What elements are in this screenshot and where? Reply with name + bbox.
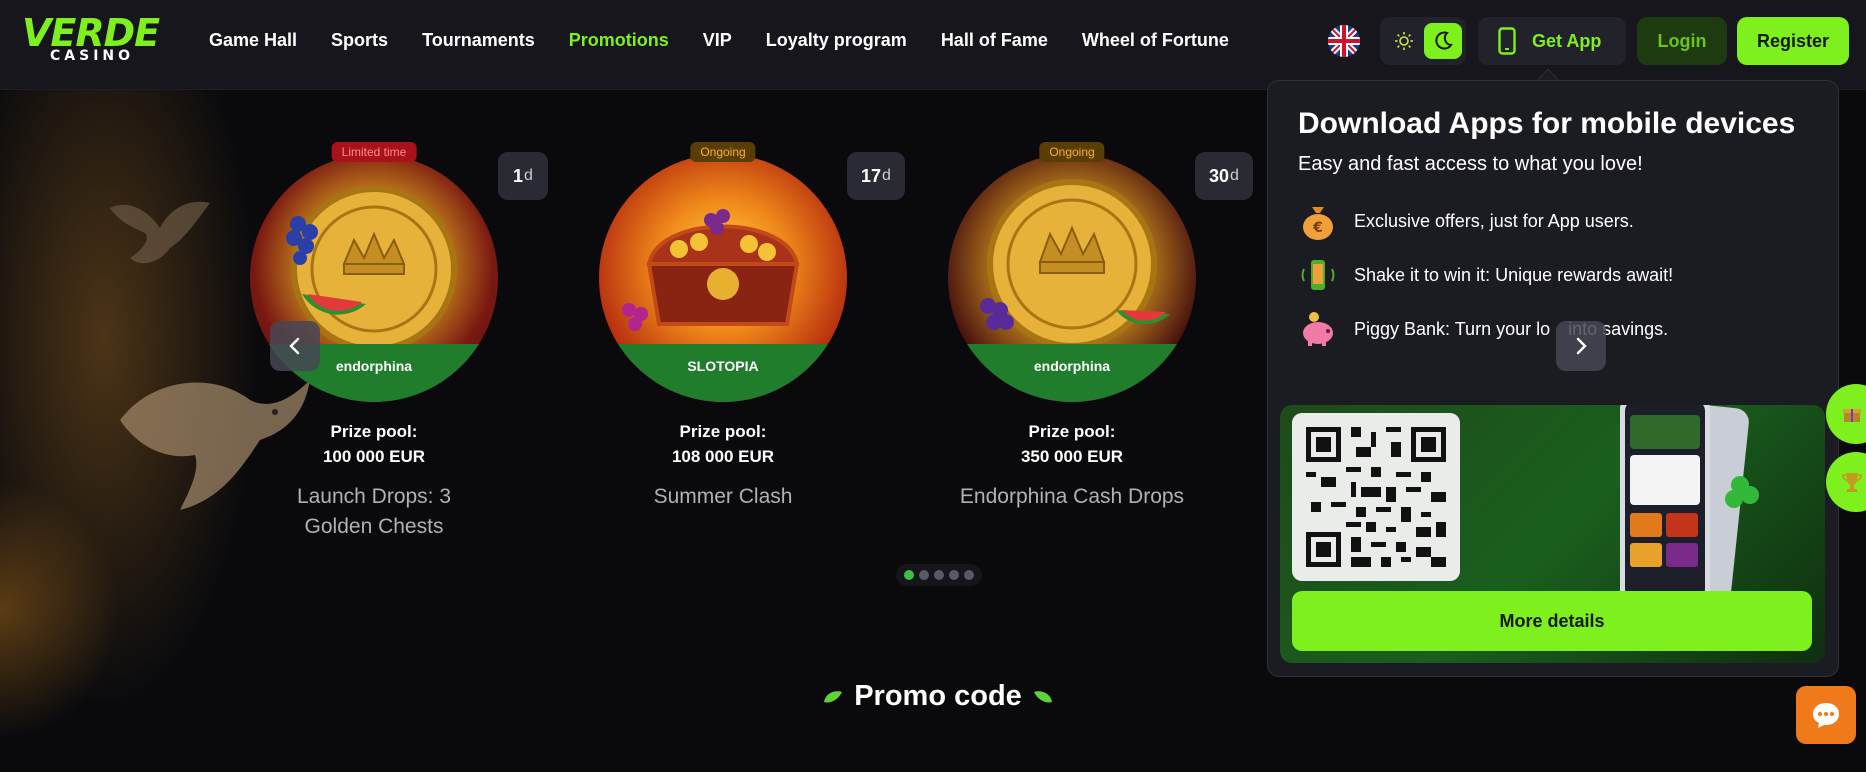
prize-pool-label: Prize pool: bbox=[330, 422, 418, 441]
prize-pool-value: 108 000 EUR bbox=[671, 447, 775, 466]
phone-icon bbox=[1498, 27, 1516, 55]
carousel-dot[interactable] bbox=[949, 570, 959, 580]
status-badge: Limited time bbox=[331, 142, 417, 162]
main-nav: Game Hall Sports Tournaments Promotions … bbox=[192, 0, 1246, 80]
carousel-next-button[interactable] bbox=[1556, 321, 1606, 371]
nav-loyalty-program[interactable]: Loyalty program bbox=[766, 30, 907, 51]
status-badge: Ongoing bbox=[690, 142, 756, 162]
tournament-card[interactable]: Ongoing SLOTOPIA 17 d Prize pool: 108 000… bbox=[559, 142, 905, 542]
chevron-right-icon bbox=[1576, 337, 1587, 355]
chat-support-button[interactable] bbox=[1796, 686, 1856, 744]
days-unit: d bbox=[524, 167, 533, 184]
login-button[interactable]: Login bbox=[1637, 17, 1727, 65]
money-bag-icon: € bbox=[1298, 201, 1338, 241]
tournament-image: endorphina bbox=[948, 154, 1196, 402]
leaf-icon bbox=[1033, 691, 1052, 703]
tournament-title[interactable]: Summer Clash bbox=[573, 482, 873, 512]
app-promo-panel: More details bbox=[1280, 405, 1825, 663]
tournament-title[interactable]: Endorphina Cash Drops bbox=[922, 482, 1222, 512]
provider-brand: endorphina bbox=[1033, 358, 1111, 374]
theme-toggle bbox=[1380, 17, 1466, 65]
top-header: VERDE CASINO Game Hall Sports Tournament… bbox=[0, 0, 1866, 90]
more-details-button[interactable]: More details bbox=[1292, 591, 1812, 651]
nav-game-hall[interactable]: Game Hall bbox=[209, 30, 297, 51]
feature-text: Exclusive offers, just for App users. bbox=[1354, 210, 1634, 231]
prize-pool-label: Prize pool: bbox=[679, 422, 767, 441]
piggy-bank-icon bbox=[1298, 309, 1338, 349]
prize-pool-value: 100 000 EUR bbox=[322, 447, 426, 466]
nav-vip[interactable]: VIP bbox=[703, 30, 732, 51]
nav-tournaments[interactable]: Tournaments bbox=[422, 30, 535, 51]
nav-hall-of-fame[interactable]: Hall of Fame bbox=[941, 30, 1048, 51]
nav-promotions[interactable]: Promotions bbox=[569, 30, 669, 51]
tournament-card[interactable]: Limited time endorphina 1d Prize pool: 1… bbox=[210, 142, 548, 542]
feature-text: Piggy Bank: Turn your lo into savings. bbox=[1354, 318, 1669, 339]
uk-flag-icon[interactable] bbox=[1328, 25, 1360, 57]
tournament-image: SLOTOPIA bbox=[599, 154, 847, 402]
carousel-dot[interactable] bbox=[904, 570, 914, 580]
days-unit: d bbox=[882, 167, 891, 184]
register-button[interactable]: Register bbox=[1737, 17, 1849, 65]
dove-illustration bbox=[110, 201, 210, 264]
nav-sports[interactable]: Sports bbox=[331, 30, 388, 51]
feature-item: Shake it to win it: Unique rewards await… bbox=[1298, 255, 1673, 295]
provider-brand: SLOTOPIA bbox=[687, 358, 759, 374]
status-badge: Ongoing bbox=[1039, 142, 1105, 162]
popup-title: Download Apps for mobile devices bbox=[1298, 107, 1796, 140]
days-value: 17 bbox=[861, 165, 882, 186]
days-unit: d bbox=[1230, 167, 1239, 184]
sun-icon[interactable] bbox=[1386, 23, 1422, 59]
shake-phone-icon bbox=[1298, 255, 1338, 295]
carousel-dot[interactable] bbox=[964, 570, 974, 580]
logo-text: VERDE bbox=[22, 11, 160, 55]
promo-code-heading: Promo code bbox=[0, 680, 1866, 713]
get-app-button[interactable]: Get App bbox=[1478, 17, 1626, 65]
carousel-dot[interactable] bbox=[919, 570, 929, 580]
logo[interactable]: VERDE CASINO bbox=[22, 11, 160, 64]
feature-text: Shake it to win it: Unique rewards await… bbox=[1354, 264, 1674, 285]
carousel-pagination bbox=[896, 564, 982, 586]
download-apps-popup: Download Apps for mobile devices Easy an… bbox=[1267, 80, 1839, 677]
chevron-left-icon bbox=[289, 337, 300, 355]
tournament-title[interactable]: Launch Drops: 3 Golden Chests bbox=[224, 482, 524, 542]
days-value: 30 bbox=[1209, 165, 1230, 186]
days-remaining: 1d bbox=[498, 152, 548, 200]
days-remaining: 17 d bbox=[847, 152, 905, 200]
nav-wheel-of-fortune[interactable]: Wheel of Fortune bbox=[1082, 30, 1229, 51]
feature-item: € Exclusive offers, just for App users. bbox=[1298, 201, 1634, 241]
promo-code-title: Promo code bbox=[854, 680, 1022, 712]
chat-bubble-icon bbox=[1813, 703, 1839, 728]
svg-text:€: € bbox=[1312, 220, 1323, 236]
leaf-icon bbox=[824, 691, 843, 703]
carousel-prev-button[interactable] bbox=[270, 321, 320, 371]
tournament-card[interactable]: Ongoing endorphina 30 d Prize pool: 350 0… bbox=[908, 142, 1253, 542]
prize-pool-label: Prize pool: bbox=[1028, 422, 1116, 441]
carousel-dot[interactable] bbox=[934, 570, 944, 580]
popup-subtitle: Easy and fast access to what you love! bbox=[1298, 153, 1643, 175]
days-remaining: 30 d bbox=[1195, 152, 1253, 200]
get-app-label: Get App bbox=[1532, 30, 1602, 51]
moon-icon[interactable] bbox=[1424, 23, 1462, 59]
qr-code[interactable] bbox=[1292, 413, 1460, 581]
days-value: 1 bbox=[513, 165, 524, 186]
feature-item: Piggy Bank: Turn your lo into savings. bbox=[1298, 309, 1668, 349]
prize-pool-value: 350 000 EUR bbox=[1020, 447, 1124, 466]
